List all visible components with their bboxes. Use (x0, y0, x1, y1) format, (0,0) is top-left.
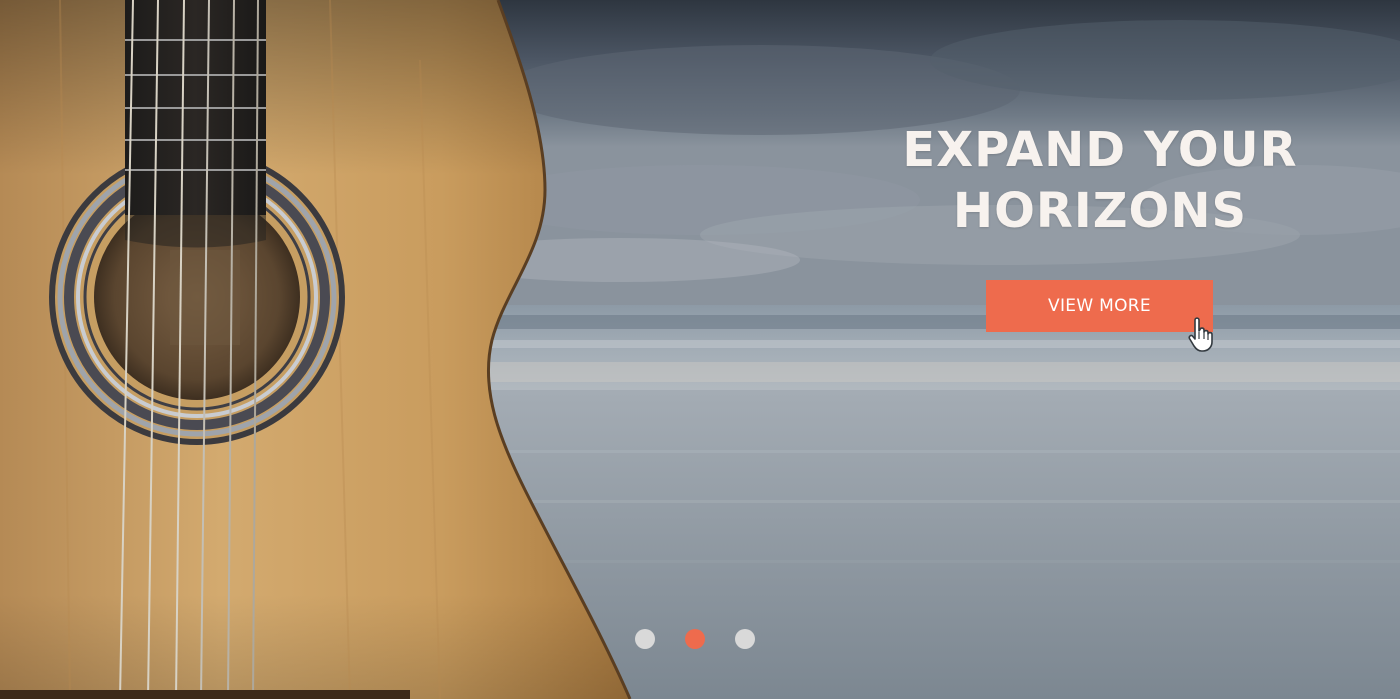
pagination-dot-2-active[interactable] (685, 629, 705, 649)
slide-title-line-1: EXPAND YOUR (902, 122, 1298, 178)
slide-title-line-2: HORIZONS (952, 183, 1248, 239)
view-more-button[interactable]: VIEW MORE (986, 280, 1213, 332)
pagination-dot-1[interactable] (635, 629, 655, 649)
slider-pagination (635, 629, 765, 649)
pagination-dot-3[interactable] (735, 629, 755, 649)
hero-slider: EXPAND YOUR HORIZONS VIEW MORE (0, 0, 1400, 699)
hand-pointer-icon (1188, 317, 1213, 352)
slide-title: EXPAND YOUR HORIZONS (860, 120, 1340, 242)
